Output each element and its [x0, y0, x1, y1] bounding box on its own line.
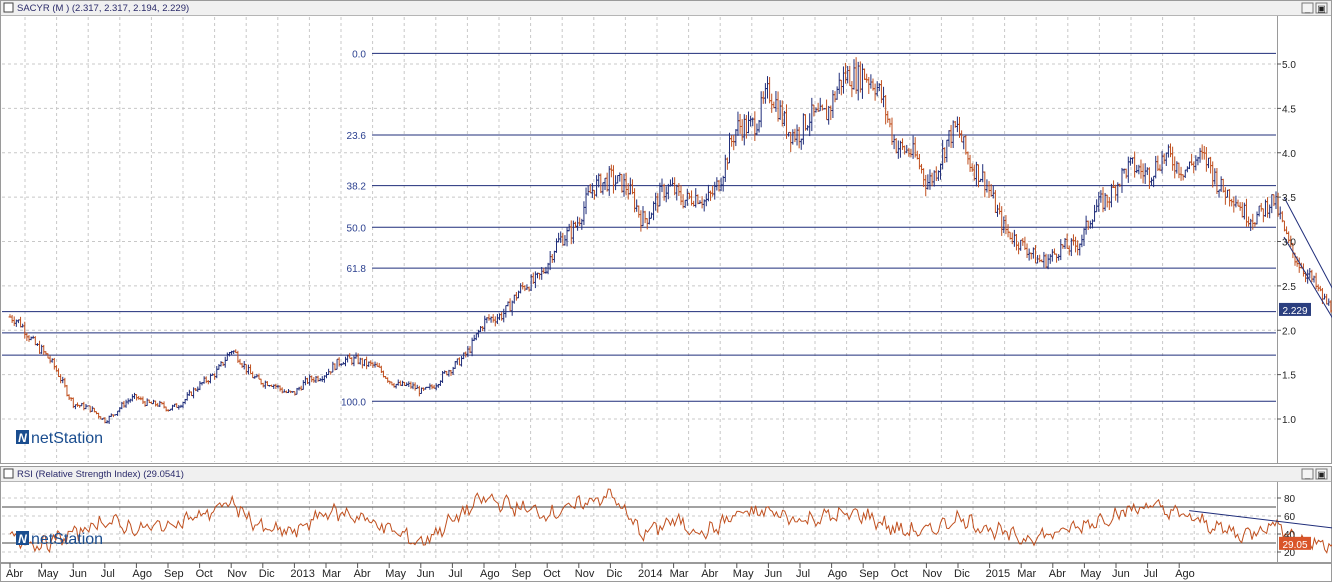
price-panel-title: SACYR (M ) (2.317, 2.317, 2.194, 2.229) — [17, 3, 189, 14]
restore-icon: ▣ — [1317, 4, 1326, 14]
x-tick-label: Sep — [512, 568, 532, 580]
rsi-panel-minimize-button[interactable]: _ — [1301, 468, 1314, 480]
x-tick-label: Ago — [1175, 568, 1195, 580]
x-tick-label: May — [385, 568, 406, 580]
price-panel-frame — [0, 0, 1332, 464]
fibonacci-level-label: 23.6 — [347, 131, 367, 142]
netstation-logo-text: netStation — [31, 531, 103, 548]
x-tick-label: May — [1080, 568, 1101, 580]
x-tick-label: Ago — [828, 568, 848, 580]
x-tick-label: Mar — [670, 568, 689, 580]
x-tick-label: Mar — [1017, 568, 1036, 580]
minimize-icon: _ — [1304, 3, 1311, 13]
rsi-panel-menu-icon[interactable] — [3, 468, 14, 479]
minimize-icon: _ — [1304, 469, 1311, 479]
x-tick-label: Jul — [101, 568, 115, 580]
x-tick-label: Nov — [922, 568, 942, 580]
x-tick-label: Sep — [859, 568, 879, 580]
x-axis: Abr May Jun Jul Ago Sep Oct Nov Dic 2013 Mar Abr May… — [0, 563, 1332, 582]
price-y-tick-label: 2.5 — [1282, 282, 1296, 293]
x-tick-label: Nov — [575, 568, 595, 580]
x-tick-label: Oct — [543, 568, 560, 580]
x-tick-label: Oct — [891, 568, 908, 580]
rsi-badge: 29.05 — [1279, 536, 1311, 551]
last-price-value: 2.229 — [1282, 306, 1307, 317]
x-tick-label: 2013 — [290, 568, 314, 580]
x-tick-label: Abr — [1049, 568, 1066, 580]
fibonacci-level-label: 100.0 — [341, 397, 366, 408]
x-tick-label: Jul — [796, 568, 810, 580]
price-y-tick-label: 3.5 — [1282, 193, 1296, 204]
price-y-tick-label: 2.0 — [1282, 326, 1296, 337]
x-tick-label: 2015 — [986, 568, 1010, 580]
x-tick-label: Abr — [6, 568, 23, 580]
price-panel-menu-icon[interactable] — [3, 2, 14, 13]
price-y-tick-label: 4.5 — [1282, 104, 1296, 115]
fibonacci-level-label: 61.8 — [347, 264, 367, 275]
x-tick-label: Dic — [954, 568, 970, 580]
x-tick-label: Jul — [448, 568, 462, 580]
rsi-panel-title: RSI (Relative Strength Index) (29.0541) — [17, 469, 184, 480]
rsi-y-tick-label: 80 — [1284, 494, 1296, 505]
x-tick-label: Dic — [259, 568, 275, 580]
x-tick-label: Ago — [132, 568, 152, 580]
x-tick-label: Dic — [606, 568, 622, 580]
last-price-badge: 2.229 — [1279, 302, 1311, 317]
price-y-tick-label: 1.0 — [1282, 415, 1296, 426]
restore-icon: ▣ — [1317, 470, 1326, 480]
rsi-panel-restore-button[interactable]: ▣ — [1315, 468, 1328, 480]
fibonacci-level-label: 0.0 — [352, 49, 366, 60]
x-tick-label: Sep — [164, 568, 184, 580]
x-tick-label: May — [38, 568, 59, 580]
x-tick-label: Jun — [417, 568, 435, 580]
x-tick-label: 2014 — [638, 568, 662, 580]
x-tick-label: Ago — [480, 568, 500, 580]
x-tick-label: Abr — [701, 568, 718, 580]
rsi-panel: RSI (Relative Strength Index) (29.0541) … — [0, 466, 1332, 563]
x-tick-label: Jun — [1112, 568, 1130, 580]
price-panel-minimize-button[interactable]: _ — [1301, 2, 1314, 14]
x-tick-label: Jun — [764, 568, 782, 580]
rsi-y-tick-label: 60 — [1284, 512, 1296, 523]
price-panel: SACYR (M ) (2.317, 2.317, 2.194, 2.229) … — [0, 0, 1332, 464]
price-y-tick-label: 3.0 — [1282, 238, 1296, 249]
price-panel-restore-button[interactable]: ▣ — [1315, 2, 1328, 14]
x-tick-label: Oct — [196, 568, 213, 580]
price-y-tick-label: 4.0 — [1282, 149, 1296, 160]
rsi-panel-titlebar — [1, 467, 1331, 481]
price-y-tick-label: 5.0 — [1282, 60, 1296, 71]
price-y-tick-label: 1.5 — [1282, 371, 1296, 382]
netstation-logo-text: netStation — [31, 430, 103, 447]
netstation-logo-glyph: N — [18, 431, 27, 445]
fibonacci-level-label: 50.0 — [347, 223, 367, 234]
rsi-last-value: 29.05 — [1282, 540, 1307, 551]
x-tick-label: Mar — [322, 568, 341, 580]
x-tick-label: May — [733, 568, 754, 580]
x-tick-label: Abr — [354, 568, 371, 580]
x-tick-label: Nov — [227, 568, 247, 580]
x-tick-label: Jun — [69, 568, 87, 580]
fibonacci-level-label: 38.2 — [347, 182, 367, 193]
netstation-logo-glyph: N — [18, 532, 27, 546]
x-tick-label: Jul — [1144, 568, 1158, 580]
price-panel-titlebar — [1, 1, 1331, 15]
chart-canvas: SACYR (M ) (2.317, 2.317, 2.194, 2.229) … — [0, 0, 1332, 582]
